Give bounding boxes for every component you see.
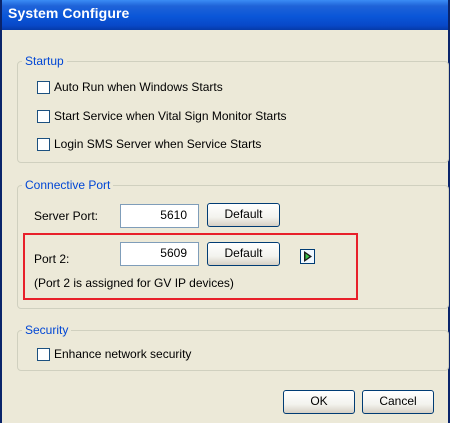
auto-run-label[interactable]: Auto Run when Windows Starts [54,80,223,94]
server-port-label: Server Port: [34,209,99,223]
enhance-security-label[interactable]: Enhance network security [54,347,191,361]
startup-group: Startup Auto Run when Windows Starts Sta… [17,54,449,163]
start-service-option[interactable]: Start Service when Vital Sign Monitor St… [37,108,287,124]
security-legend: Security [22,323,72,337]
start-service-label[interactable]: Start Service when Vital Sign Monitor St… [54,109,287,123]
startup-legend: Startup [22,54,67,68]
enhance-security-checkbox[interactable] [37,347,50,361]
port2-note: (Port 2 is assigned for GV IP devices) [34,276,234,290]
port2-label: Port 2: [34,252,70,266]
login-sms-label[interactable]: Login SMS Server when Service Starts [54,137,261,151]
title-bar[interactable]: System Configure [2,0,448,30]
auto-run-checkbox[interactable] [37,80,50,94]
connective-port-group: Connective Port Server Port: 5610 Defaul… [17,178,449,309]
start-service-checkbox[interactable] [37,109,50,123]
login-sms-checkbox[interactable] [37,137,50,151]
port2-input[interactable]: 5609 [120,242,199,266]
enhance-security-option[interactable]: Enhance network security [37,346,191,362]
window-title: System Configure [8,5,130,21]
port2-default-button[interactable]: Default [207,242,280,266]
server-port-input[interactable]: 5610 [120,204,199,228]
security-group: Security Enhance network security [17,323,449,371]
auto-run-option[interactable]: Auto Run when Windows Starts [37,79,223,95]
login-sms-option[interactable]: Login SMS Server when Service Starts [37,136,261,152]
ok-button[interactable]: OK [283,390,355,414]
connective-port-legend: Connective Port [22,178,114,192]
server-port-default-button[interactable]: Default [207,203,280,227]
system-configure-dialog: System Configure Startup Auto Run when W… [0,0,450,423]
cancel-button[interactable]: Cancel [362,390,434,414]
play-arrow-icon[interactable] [300,249,315,264]
